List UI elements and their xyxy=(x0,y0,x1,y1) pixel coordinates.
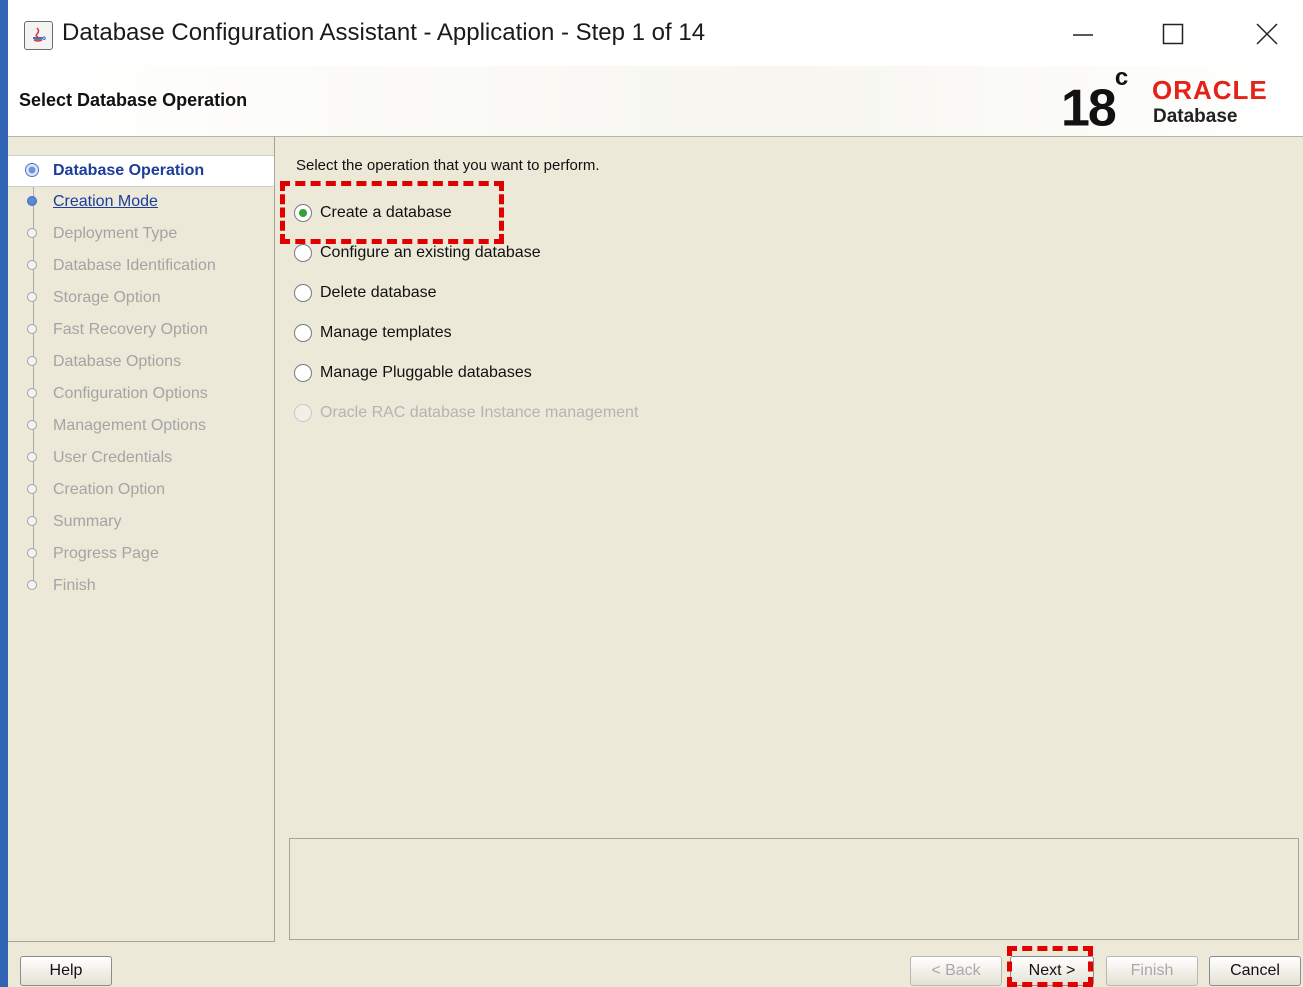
step-indicator-icon xyxy=(27,580,37,590)
next-button[interactable]: Next > xyxy=(1010,956,1094,986)
step-item-fast-recovery-option: Fast Recovery Option xyxy=(8,315,274,345)
step-indicator-icon xyxy=(27,260,37,270)
step-item-summary: Summary xyxy=(8,507,274,537)
step-label: Deployment Type xyxy=(53,225,178,242)
manage-templates-radio[interactable] xyxy=(294,324,312,342)
step-indicator-icon xyxy=(27,356,37,366)
oracle-version-logo: 18c xyxy=(1061,64,1128,138)
step-label: Configuration Options xyxy=(53,385,208,402)
configure-database-radio[interactable] xyxy=(294,244,312,262)
step-item-deployment-type: Deployment Type xyxy=(8,219,274,249)
option-label: Oracle RAC database Instance management xyxy=(320,404,639,421)
step-label[interactable]: Creation Mode xyxy=(53,193,158,211)
step-item-creation-option: Creation Option xyxy=(8,475,274,505)
step-indicator-icon xyxy=(27,292,37,302)
step-item-configuration-options: Configuration Options xyxy=(8,379,274,409)
step-indicator-icon xyxy=(27,196,37,206)
option-label[interactable]: Create a database xyxy=(320,204,452,222)
help-button[interactable]: Help xyxy=(20,956,112,986)
step-label: Database Options xyxy=(53,353,182,370)
back-button[interactable]: < Back xyxy=(910,956,1002,986)
step-indicator-icon xyxy=(27,324,37,334)
option-create-database[interactable]: Create a database xyxy=(294,201,894,227)
desktop-background xyxy=(0,0,8,987)
step-indicator-icon xyxy=(27,388,37,398)
step-item-management-options: Management Options xyxy=(8,411,274,441)
step-label: Database Identification xyxy=(53,257,216,274)
manage-pluggable-radio[interactable] xyxy=(294,364,312,382)
step-item-progress-page: Progress Page xyxy=(8,539,274,569)
finish-button[interactable]: Finish xyxy=(1106,956,1198,986)
step-indicator-icon xyxy=(27,228,37,238)
step-label: Storage Option xyxy=(53,289,161,306)
step-label: Fast Recovery Option xyxy=(53,321,208,338)
step-indicator-icon xyxy=(27,548,37,558)
step-item-storage-option: Storage Option xyxy=(8,283,274,313)
operation-prompt: Select the operation that you want to pe… xyxy=(296,157,600,174)
option-label[interactable]: Manage templates xyxy=(320,324,452,342)
delete-database-radio[interactable] xyxy=(294,284,312,302)
option-delete-database[interactable]: Delete database xyxy=(294,281,894,307)
step-indicator-icon xyxy=(27,452,37,462)
oracle-brand-logo: ORACLE xyxy=(1152,75,1268,105)
step-label: Creation Option xyxy=(53,481,166,498)
option-manage-templates[interactable]: Manage templates xyxy=(294,321,894,347)
step-item-user-credentials: User Credentials xyxy=(8,443,274,473)
oracle-product-name: Database xyxy=(1153,106,1238,127)
java-icon xyxy=(24,21,53,50)
step-label: Finish xyxy=(53,577,96,594)
step-item-database-options: Database Options xyxy=(8,347,274,377)
option-manage-pluggable-databases[interactable]: Manage Pluggable databases xyxy=(294,361,894,387)
option-label[interactable]: Manage Pluggable databases xyxy=(320,364,532,382)
rac-instance-radio xyxy=(294,404,312,422)
option-configure-existing-database[interactable]: Configure an existing database xyxy=(294,241,894,267)
step-indicator-icon xyxy=(25,163,39,177)
step-item-finish: Finish xyxy=(8,571,274,601)
step-item-creation-mode[interactable]: Creation Mode xyxy=(8,187,274,217)
create-database-radio[interactable] xyxy=(294,204,312,222)
steps-sidebar: Database Operation Creation Mode Deploymen… xyxy=(8,137,275,942)
step-indicator-icon xyxy=(27,420,37,430)
step-label: Summary xyxy=(53,513,122,530)
page-header: Select Database Operation 18c ORACLE Dat… xyxy=(8,64,1303,138)
logo-version-number: 18 xyxy=(1061,79,1117,138)
page-title: Select Database Operation xyxy=(19,90,248,110)
step-item-database-identification: Database Identification xyxy=(8,251,274,281)
title-bar: Database Configuration Assistant - Appli… xyxy=(8,0,1303,66)
content-panel: Select the operation that you want to pe… xyxy=(276,137,1303,837)
maximize-button[interactable] xyxy=(1150,14,1196,54)
message-area xyxy=(289,838,1299,940)
option-label[interactable]: Configure an existing database xyxy=(320,244,541,262)
dbca-window: Database Configuration Assistant - Appli… xyxy=(8,0,1303,987)
option-rac-instance-management: Oracle RAC database Instance management xyxy=(294,401,894,427)
step-indicator-icon xyxy=(27,484,37,494)
window-title: Database Configuration Assistant - Appli… xyxy=(62,19,706,46)
step-label[interactable]: Database Operation xyxy=(53,162,204,180)
logo-version-suffix: c xyxy=(1114,64,1129,91)
cancel-button[interactable]: Cancel xyxy=(1209,956,1301,986)
step-label: Management Options xyxy=(53,417,206,434)
step-item-database-operation[interactable]: Database Operation xyxy=(8,155,274,187)
option-label[interactable]: Delete database xyxy=(320,284,437,302)
minimize-button[interactable] xyxy=(1060,14,1106,54)
close-button[interactable] xyxy=(1244,14,1290,54)
step-label: User Credentials xyxy=(53,449,173,466)
step-label: Progress Page xyxy=(53,545,159,562)
step-indicator-icon xyxy=(27,516,37,526)
